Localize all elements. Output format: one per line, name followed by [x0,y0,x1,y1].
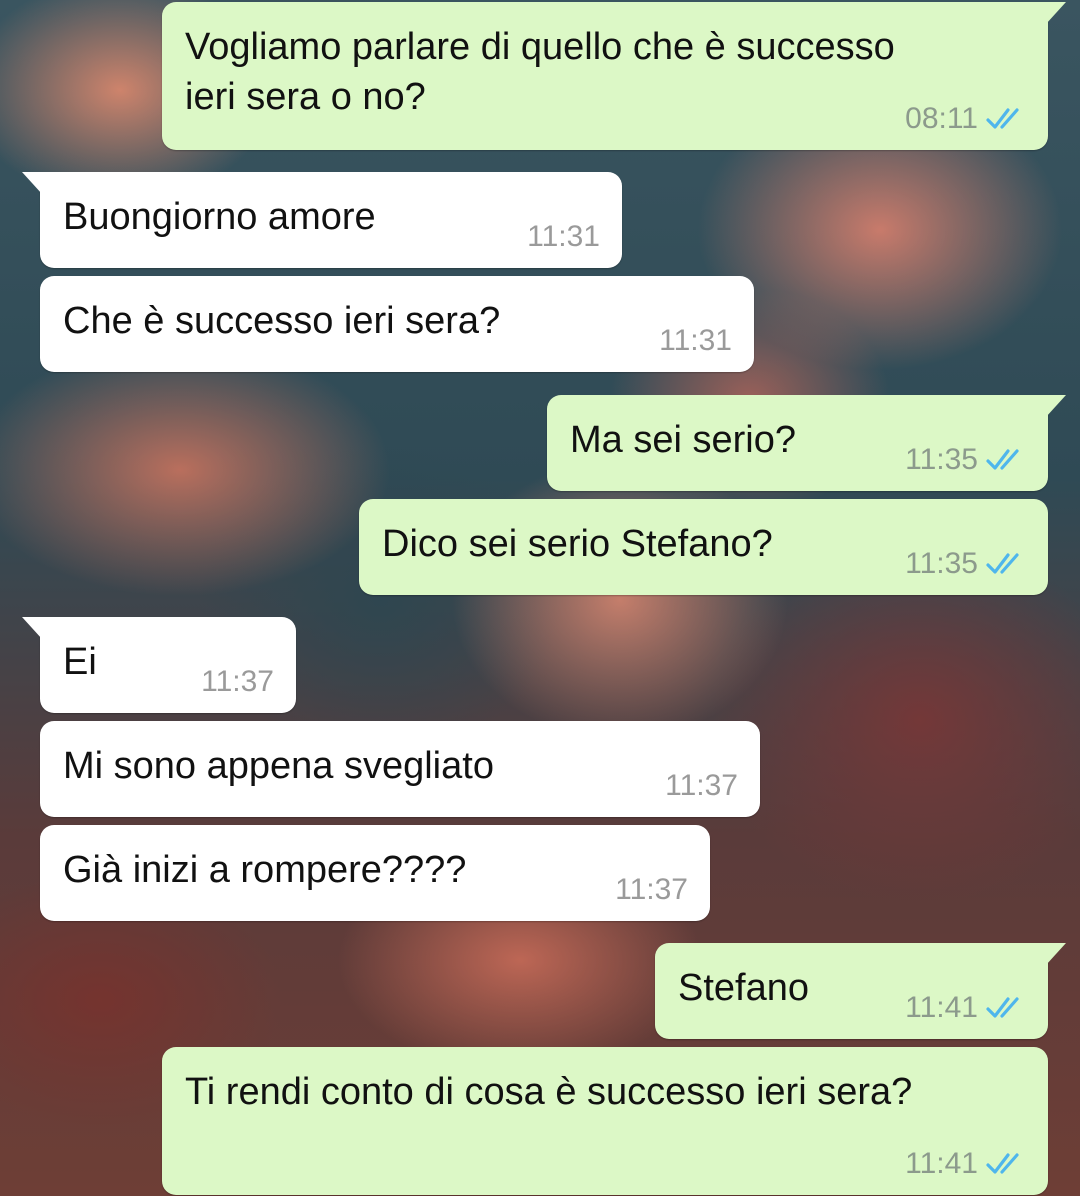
message-bubble-incoming[interactable]: Buongiorno amore 11:31 [22,172,622,268]
message-time: 11:35 [905,547,978,580]
message-text: Buongiorno amore [63,196,376,238]
message-text: Mi sono appena svegliato [63,745,494,787]
message-text: Vogliamo parlare di quello che è success… [185,26,895,118]
read-ticks-icon [986,553,1019,574]
message-bubble-outgoing[interactable]: Ti rendi conto di cosa è successo ieri s… [162,1047,1048,1195]
read-ticks-icon [986,1153,1019,1174]
message-text: Ma sei serio? [570,419,796,461]
message-time: 11:37 [665,769,738,802]
message-bubble-outgoing[interactable]: Ma sei serio? 11:35 [547,395,1066,491]
message-bubble-outgoing[interactable]: Dico sei serio Stefano? 11:35 [359,499,1048,595]
message-time: 11:41 [905,991,978,1024]
message-bubble-outgoing[interactable]: Vogliamo parlare di quello che è success… [162,2,1066,150]
message-text: Già inizi a rompere???? [63,849,467,891]
message-text: Ei [63,641,97,683]
message-time: 11:37 [201,665,274,698]
message-time: 11:35 [905,443,978,476]
message-text: Dico sei serio Stefano? [382,523,773,565]
message-time: 11:41 [905,1147,978,1180]
message-bubble-outgoing[interactable]: Stefano 11:41 [655,943,1066,1039]
message-text: Ti rendi conto di cosa è successo ieri s… [185,1071,913,1113]
message-time: 11:31 [527,220,600,253]
message-time: 11:31 [659,324,732,357]
message-bubble-incoming[interactable]: Mi sono appena svegliato 11:37 [40,721,760,817]
message-list[interactable]: Vogliamo parlare di quello che è success… [0,0,1080,1196]
message-text: Stefano [678,967,809,1009]
read-ticks-icon [986,997,1019,1018]
message-bubble-incoming[interactable]: Ei 11:37 [22,617,296,713]
message-time: 08:11 [905,102,978,135]
read-ticks-icon [986,108,1019,129]
message-bubble-incoming[interactable]: Che è successo ieri sera? 11:31 [40,276,754,372]
message-bubble-incoming[interactable]: Già inizi a rompere???? 11:37 [40,825,710,921]
message-text: Che è successo ieri sera? [63,300,501,342]
read-ticks-icon [986,449,1019,470]
message-time: 11:37 [615,873,688,906]
